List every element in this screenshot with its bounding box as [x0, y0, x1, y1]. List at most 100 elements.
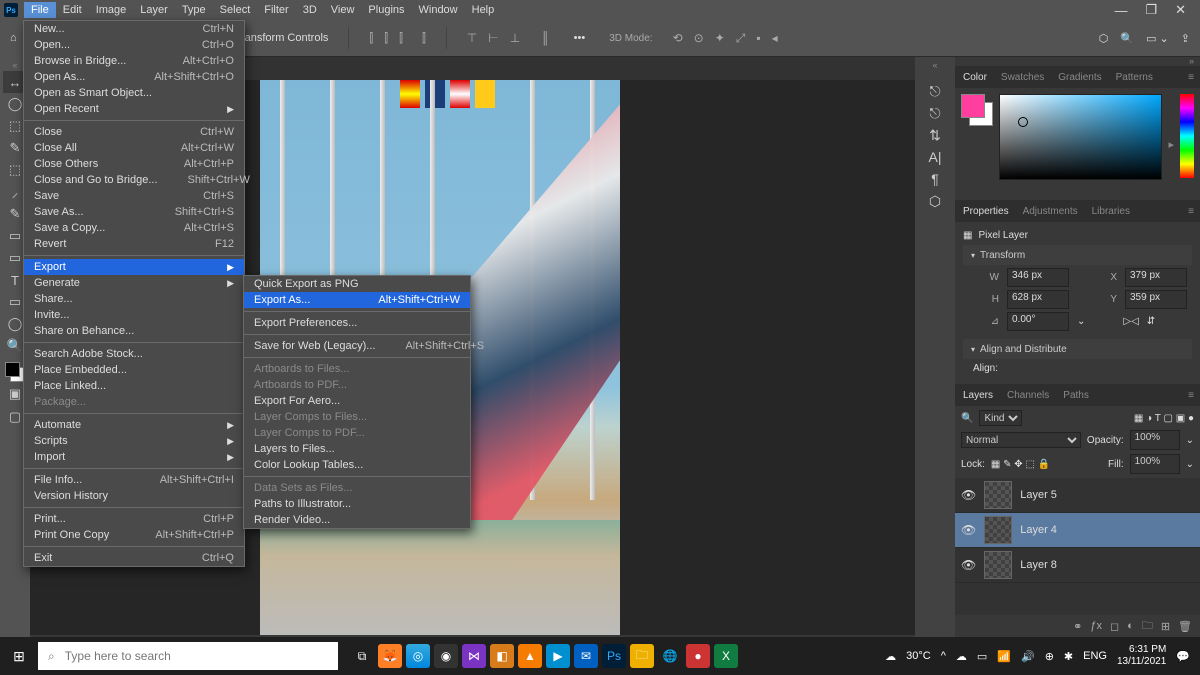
more-icon[interactable]: ••• — [574, 32, 586, 44]
app-icon[interactable]: ◧ — [490, 644, 514, 668]
minimize-button[interactable]: — — [1114, 3, 1127, 18]
height-field[interactable]: 628 px — [1007, 290, 1069, 309]
menu-item-render-video[interactable]: Render Video... — [244, 512, 470, 528]
visibility-icon[interactable]: 👁 — [961, 523, 976, 537]
menu-item-quick-export-as-png[interactable]: Quick Export as PNG — [244, 276, 470, 292]
visibility-icon[interactable]: 👁 — [961, 488, 976, 502]
flip-h-icon[interactable]: ▷◁ — [1123, 316, 1138, 327]
menu-item-export[interactable]: Export▶ — [24, 259, 244, 275]
wifi-icon[interactable]: 📶 — [997, 650, 1011, 663]
fill-field[interactable]: 100% — [1130, 454, 1180, 474]
app2-icon[interactable]: ● — [686, 644, 710, 668]
layer-thumbnail[interactable] — [984, 551, 1012, 579]
collapsed-panel-5[interactable]: ⬡ — [924, 190, 946, 212]
menu-item-save-a-copy[interactable]: Save a Copy...Alt+Ctrl+S — [24, 220, 244, 236]
angle-field[interactable]: 0.00° — [1007, 312, 1069, 331]
menu-item-share-on-behance[interactable]: Share on Behance... — [24, 323, 244, 339]
menu-item-automate[interactable]: Automate▶ — [24, 417, 244, 433]
tab-libraries[interactable]: Libraries — [1092, 206, 1130, 217]
menu-item-search-adobe-stock[interactable]: Search Adobe Stock... — [24, 346, 244, 362]
tab-properties[interactable]: Properties — [963, 206, 1009, 217]
panel-menu-icon[interactable]: ≡ — [1188, 390, 1194, 401]
hue-slider[interactable] — [1180, 94, 1194, 178]
menu-item-file-info[interactable]: File Info...Alt+Shift+Ctrl+I — [24, 472, 244, 488]
movies-icon[interactable]: ▶ — [546, 644, 570, 668]
menu-filter[interactable]: Filter — [257, 2, 295, 18]
tab-color[interactable]: Color — [963, 72, 987, 83]
menu-image[interactable]: Image — [89, 2, 134, 18]
width-field[interactable]: 346 px — [1007, 268, 1069, 287]
menu-item-export-preferences[interactable]: Export Preferences... — [244, 315, 470, 331]
menu-item-close-all[interactable]: Close AllAlt+Ctrl+W — [24, 140, 244, 156]
menu-item-scripts[interactable]: Scripts▶ — [24, 433, 244, 449]
layer-row[interactable]: 👁Layer 8 — [955, 548, 1200, 583]
distribute-icons[interactable]: ⊤⊢⊥║ — [467, 31, 550, 45]
align-section[interactable]: ▾Align and Distribute — [963, 339, 1192, 359]
weather-temp[interactable]: 30°C — [906, 650, 931, 662]
menu-item-open-as[interactable]: Open As...Alt+Shift+Ctrl+O — [24, 69, 244, 85]
layer-thumbnail[interactable] — [984, 516, 1012, 544]
menu-item-open[interactable]: Open...Ctrl+O — [24, 37, 244, 53]
link-layers-icon[interactable]: ⚭ — [1073, 620, 1082, 633]
menu-item-place-embedded[interactable]: Place Embedded... — [24, 362, 244, 378]
photoshop-taskbar-icon[interactable]: Ps — [602, 644, 626, 668]
transform-section[interactable]: ▾Transform — [963, 245, 1192, 265]
menu-item-save-for-web-legacy[interactable]: Save for Web (Legacy)...Alt+Shift+Ctrl+S — [244, 338, 470, 354]
menu-item-place-linked[interactable]: Place Linked... — [24, 378, 244, 394]
new-layer-icon[interactable]: ⊞ — [1161, 620, 1170, 633]
layer-row[interactable]: 👁Layer 5 — [955, 478, 1200, 513]
panel-menu-icon[interactable]: ≡ — [1188, 72, 1194, 83]
delete-layer-icon[interactable]: 🗑 — [1178, 620, 1192, 633]
tab-gradients[interactable]: Gradients — [1058, 72, 1101, 83]
onedrive-icon[interactable]: ☁ — [956, 650, 967, 663]
tray-chevron-icon[interactable]: ^ — [941, 650, 946, 662]
group-icon[interactable]: 🗀 — [1142, 617, 1153, 636]
menu-type[interactable]: Type — [175, 2, 213, 18]
search-icon[interactable]: 🔍 — [1120, 32, 1134, 45]
menu-item-color-lookup-tables[interactable]: Color Lookup Tables... — [244, 457, 470, 473]
layer-thumbnail[interactable] — [984, 481, 1012, 509]
outlook-icon[interactable]: ✉ — [574, 644, 598, 668]
menu-item-new[interactable]: New...Ctrl+N — [24, 21, 244, 37]
vscode-icon[interactable]: ⋈ — [462, 644, 486, 668]
menu-item-print[interactable]: Print...Ctrl+P — [24, 511, 244, 527]
adjustment-layer-icon[interactable]: ◐ — [1127, 620, 1134, 632]
notifications-icon[interactable]: 💬 — [1176, 650, 1190, 663]
menu-item-export-for-aero[interactable]: Export For Aero... — [244, 393, 470, 409]
share-arrow-icon[interactable]: ⇪ — [1181, 32, 1190, 45]
layer-mask-icon[interactable]: ◻ — [1110, 620, 1119, 633]
menu-item-close-and-go-to-bridge[interactable]: Close and Go to Bridge...Shift+Ctrl+W — [24, 172, 244, 188]
menu-item-close-others[interactable]: Close OthersAlt+Ctrl+P — [24, 156, 244, 172]
menu-item-close[interactable]: CloseCtrl+W — [24, 124, 244, 140]
menu-item-export-as[interactable]: Export As...Alt+Shift+Ctrl+W — [244, 292, 470, 308]
x-field[interactable]: 379 px — [1125, 268, 1187, 287]
collapsed-panel-0[interactable]: ⎋ — [924, 80, 946, 102]
workspace-icon[interactable]: ▭ ⌄ — [1146, 32, 1169, 45]
menu-item-browse-in-bridge[interactable]: Browse in Bridge...Alt+Ctrl+O — [24, 53, 244, 69]
clock[interactable]: 6:31 PM13/11/2021 — [1117, 644, 1166, 668]
menu-item-open-recent[interactable]: Open Recent▶ — [24, 101, 244, 117]
layer-fx-icon[interactable]: ƒx — [1090, 620, 1102, 632]
menu-item-print-one-copy[interactable]: Print One CopyAlt+Shift+Ctrl+P — [24, 527, 244, 543]
task-view-icon[interactable]: ⧉ — [350, 644, 374, 668]
bluetooth-icon[interactable]: ✱ — [1064, 650, 1073, 663]
3d-mode-icons[interactable]: ⟲⊙✦⤢▪◂ — [673, 31, 778, 46]
tab-adjustments[interactable]: Adjustments — [1023, 206, 1078, 217]
menu-item-invite[interactable]: Invite... — [24, 307, 244, 323]
tab-paths[interactable]: Paths — [1063, 390, 1089, 401]
visibility-icon[interactable]: 👁 — [961, 558, 976, 572]
y-field[interactable]: 359 px — [1125, 290, 1187, 309]
color-swatches[interactable] — [961, 94, 993, 126]
panel-menu-icon[interactable]: ≡ — [1188, 206, 1194, 217]
align-icons[interactable]: ⫿⫿⫿⫿ — [369, 31, 425, 46]
collapsed-panel-4[interactable]: ¶ — [924, 168, 946, 190]
maximize-button[interactable]: ❐ — [1145, 2, 1157, 18]
volume-icon[interactable]: 🔊 — [1021, 650, 1035, 663]
firefox-icon[interactable]: 🦊 — [378, 644, 402, 668]
menu-view[interactable]: View — [324, 2, 362, 18]
explorer-icon[interactable]: 🗀 — [630, 644, 654, 668]
menu-item-save-as[interactable]: Save As...Shift+Ctrl+S — [24, 204, 244, 220]
taskbar-search[interactable]: ⌕Type here to search — [38, 642, 338, 670]
menu-item-import[interactable]: Import▶ — [24, 449, 244, 465]
lock-icons[interactable]: ▦ ✎ ✥ ⬚ 🔒 — [991, 459, 1050, 470]
